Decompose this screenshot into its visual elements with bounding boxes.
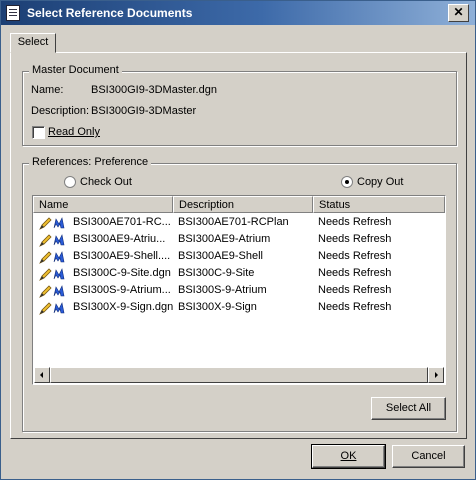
- row-status: Needs Refresh: [318, 250, 392, 262]
- pencil-icon: [39, 251, 52, 264]
- column-header-status[interactable]: Status: [313, 196, 445, 213]
- table-row[interactable]: BSI300S-9-Atrium... BSI300S-9-Atrium Nee…: [33, 282, 445, 299]
- row-description: BSI300C-9-Site: [178, 267, 255, 279]
- cancel-button[interactable]: Cancel: [392, 445, 465, 468]
- dialog-window: Select Reference Documents ✕ Select Mast…: [0, 0, 476, 480]
- file-status-icons: [39, 251, 65, 264]
- microstation-icon: [53, 251, 65, 263]
- name-label: Name:: [31, 84, 64, 96]
- microstation-icon: [53, 234, 65, 246]
- table-row[interactable]: BSI300AE9-Shell.... BSI300AE9-Shell Need…: [33, 248, 445, 265]
- check-out-radio[interactable]: [64, 176, 76, 188]
- arrow-right-icon: [435, 372, 438, 378]
- title-bar[interactable]: Select Reference Documents ✕: [1, 1, 475, 25]
- column-header-name[interactable]: Name: [33, 196, 173, 213]
- row-status: Needs Refresh: [318, 301, 392, 313]
- microstation-icon: [53, 217, 65, 229]
- arrow-left-icon: [40, 372, 43, 378]
- select-all-button[interactable]: Select All: [371, 397, 446, 420]
- row-status: Needs Refresh: [318, 233, 392, 245]
- read-only-label[interactable]: Read Only: [48, 126, 100, 138]
- row-name: BSI300AE9-Shell....: [73, 250, 171, 262]
- row-status: Needs Refresh: [318, 216, 392, 228]
- pencil-icon: [39, 234, 52, 247]
- row-name: BSI300AE9-Atriu...: [73, 233, 166, 245]
- column-header-description[interactable]: Description: [173, 196, 313, 213]
- file-status-icons: [39, 302, 65, 315]
- row-status: Needs Refresh: [318, 284, 392, 296]
- file-status-icons: [39, 268, 65, 281]
- row-name: BSI300C-9-Site.dgn: [73, 267, 171, 279]
- check-out-label[interactable]: Check Out: [80, 176, 132, 188]
- copy-out-radio[interactable]: [341, 176, 353, 188]
- references-label: References: Preference: [29, 156, 152, 168]
- row-name: BSI300AE701-RC...: [73, 216, 171, 228]
- microstation-icon: [53, 302, 65, 314]
- row-description: BSI300AE701-RCPlan: [178, 216, 289, 228]
- row-name: BSI300X-9-Sign.dgn: [73, 301, 173, 313]
- table-row[interactable]: BSI300C-9-Site.dgn BSI300C-9-Site Needs …: [33, 265, 445, 282]
- row-status: Needs Refresh: [318, 267, 392, 279]
- description-label: Description:: [31, 105, 90, 117]
- pencil-icon: [39, 302, 52, 315]
- ok-button[interactable]: OK: [311, 444, 386, 469]
- row-description: BSI300AE9-Shell: [178, 250, 263, 262]
- file-status-icons: [39, 234, 65, 247]
- table-row[interactable]: BSI300AE701-RC... BSI300AE701-RCPlan Nee…: [33, 214, 445, 231]
- select-all-label: Select All: [385, 402, 432, 414]
- read-only-checkbox[interactable]: [32, 126, 45, 139]
- ok-label: OK: [340, 450, 357, 462]
- pencil-icon: [39, 268, 52, 281]
- description-value: BSI300GI9-3DMaster: [91, 105, 197, 117]
- row-name: BSI300S-9-Atrium...: [73, 284, 171, 296]
- scroll-thumb[interactable]: [50, 367, 428, 383]
- master-document-label: Master Document: [29, 64, 122, 76]
- pencil-icon: [39, 285, 52, 298]
- file-status-icons: [39, 285, 65, 298]
- scroll-right-button[interactable]: [428, 367, 444, 383]
- pencil-icon: [39, 217, 52, 230]
- table-row[interactable]: BSI300AE9-Atriu... BSI300AE9-Atrium Need…: [33, 231, 445, 248]
- document-icon: [6, 5, 20, 21]
- window-title: Select Reference Documents: [27, 6, 193, 20]
- scroll-left-button[interactable]: [34, 367, 50, 383]
- microstation-icon: [53, 285, 65, 297]
- row-description: BSI300S-9-Atrium: [178, 284, 267, 296]
- horizontal-scrollbar[interactable]: [34, 367, 444, 383]
- references-list[interactable]: Name Description Status BSI300AE701-RC..…: [32, 195, 446, 385]
- row-description: BSI300X-9-Sign: [178, 301, 257, 313]
- name-value: BSI300GI9-3DMaster.dgn: [91, 84, 217, 96]
- file-status-icons: [39, 217, 65, 230]
- microstation-icon: [53, 268, 65, 280]
- row-description: BSI300AE9-Atrium: [178, 233, 271, 245]
- cancel-label: Cancel: [411, 450, 446, 462]
- copy-out-label[interactable]: Copy Out: [357, 176, 403, 188]
- table-row[interactable]: BSI300X-9-Sign.dgn BSI300X-9-Sign Needs …: [33, 299, 445, 316]
- tab-select[interactable]: Select: [10, 33, 56, 53]
- close-button[interactable]: ✕: [448, 4, 469, 22]
